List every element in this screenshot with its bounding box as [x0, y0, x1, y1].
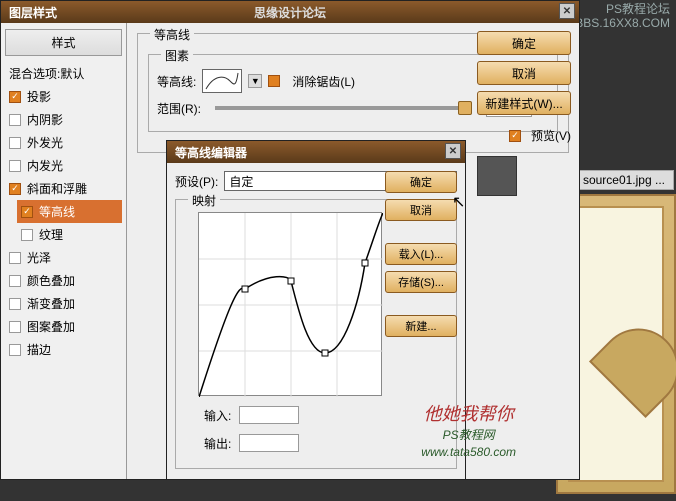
- output-label: 输出:: [204, 435, 231, 452]
- checkbox-icon[interactable]: [9, 252, 21, 264]
- checkbox-icon[interactable]: [9, 91, 21, 103]
- checkbox-icon[interactable]: [21, 229, 33, 241]
- checkbox-icon[interactable]: [9, 114, 21, 126]
- heart-cutout: [589, 312, 676, 418]
- contour-thumbnail[interactable]: [202, 69, 242, 93]
- curve-canvas[interactable]: [198, 212, 382, 396]
- mapping-label: 映射: [188, 192, 220, 209]
- sidebar-item-texture[interactable]: 纹理: [17, 223, 122, 246]
- checkbox-icon[interactable]: [9, 298, 21, 310]
- preview-swatch: [477, 156, 517, 196]
- sidebar-item-color-overlay[interactable]: 颜色叠加: [5, 269, 122, 292]
- sidebar-item-bevel-emboss[interactable]: 斜面和浮雕: [5, 177, 122, 200]
- preview-label: 预览(V): [531, 127, 571, 144]
- layer-style-buttons: 确定 取消 新建样式(W)... 预览(V): [477, 31, 571, 196]
- ce-load-button[interactable]: 载入(L)...: [385, 243, 457, 265]
- contour-editor-buttons: 确定 取消 载入(L)... 存储(S)... 新建...: [385, 171, 457, 337]
- close-icon[interactable]: ✕: [559, 3, 575, 19]
- slider-knob[interactable]: [458, 101, 472, 115]
- sidebar-item-satin[interactable]: 光泽: [5, 246, 122, 269]
- watermark-bottom: 他她我帮你 PS教程网 www.tata580.com: [421, 402, 516, 461]
- ce-save-button[interactable]: 存储(S)...: [385, 271, 457, 293]
- sidebar-item-stroke[interactable]: 描边: [5, 338, 122, 361]
- contour-editor-titlebar[interactable]: 等高线编辑器 ✕: [167, 141, 465, 163]
- preset-value: 自定: [229, 173, 253, 190]
- sidebar-item-inner-glow[interactable]: 内发光: [5, 154, 122, 177]
- ce-cancel-button[interactable]: 取消: [385, 199, 457, 221]
- sidebar-item-outer-glow[interactable]: 外发光: [5, 131, 122, 154]
- checkbox-icon[interactable]: [9, 183, 21, 195]
- sidebar-blend-default[interactable]: 混合选项:默认: [5, 62, 122, 85]
- close-icon[interactable]: ✕: [445, 143, 461, 159]
- contour-label: 等高线:: [157, 73, 196, 90]
- antialias-checkbox[interactable]: [268, 75, 280, 87]
- panel-group-title: 等高线: [150, 26, 194, 43]
- ce-new-button[interactable]: 新建...: [385, 315, 457, 337]
- preset-label: 预设(P):: [175, 173, 218, 190]
- checkbox-icon[interactable]: [21, 206, 33, 218]
- ce-ok-button[interactable]: 确定: [385, 171, 457, 193]
- checkbox-icon[interactable]: [9, 321, 21, 333]
- sidebar-item-gradient-overlay[interactable]: 渐变叠加: [5, 292, 122, 315]
- range-slider[interactable]: [215, 106, 472, 110]
- input-field[interactable]: [239, 406, 299, 424]
- ok-button[interactable]: 确定: [477, 31, 571, 55]
- watermark-top-right: PS教程论坛 BBS.16XX8.COM: [575, 2, 670, 31]
- center-watermark: 思缘设计论坛: [254, 4, 326, 21]
- document-tab-label: source01.jpg ...: [583, 173, 665, 187]
- contour-editor-title: 等高线编辑器: [175, 144, 247, 161]
- sidebar-item-drop-shadow[interactable]: 投影: [5, 85, 122, 108]
- checkbox-icon[interactable]: [9, 275, 21, 287]
- chevron-down-icon[interactable]: ▼: [248, 74, 262, 88]
- sidebar-item-pattern-overlay[interactable]: 图案叠加: [5, 315, 122, 338]
- antialias-label: 消除锯齿(L): [292, 73, 355, 90]
- sidebar-header[interactable]: 样式: [5, 29, 122, 56]
- input-label: 输入:: [204, 407, 231, 424]
- new-style-button[interactable]: 新建样式(W)...: [477, 91, 571, 115]
- curve-chart: [199, 213, 383, 397]
- sidebar-item-inner-shadow[interactable]: 内阴影: [5, 108, 122, 131]
- sidebar-item-contour[interactable]: 等高线: [17, 200, 122, 223]
- checkbox-icon[interactable]: [9, 344, 21, 356]
- output-field[interactable]: [239, 434, 299, 452]
- layer-style-title: 图层样式: [9, 4, 57, 21]
- layer-style-titlebar[interactable]: 图层样式 思缘设计论坛 ✕: [1, 1, 579, 23]
- preview-checkbox[interactable]: [509, 130, 521, 142]
- styles-sidebar: 样式 混合选项:默认 投影 内阴影 外发光 内发光 斜面和浮雕 等高线 纹理 光…: [1, 23, 127, 479]
- contour-curve-icon: [204, 71, 240, 91]
- elements-title: 图素: [161, 47, 193, 64]
- cancel-button[interactable]: 取消: [477, 61, 571, 85]
- checkbox-icon[interactable]: [9, 160, 21, 172]
- range-label: 范围(R):: [157, 100, 201, 117]
- checkbox-icon[interactable]: [9, 137, 21, 149]
- background-inner: [568, 206, 664, 482]
